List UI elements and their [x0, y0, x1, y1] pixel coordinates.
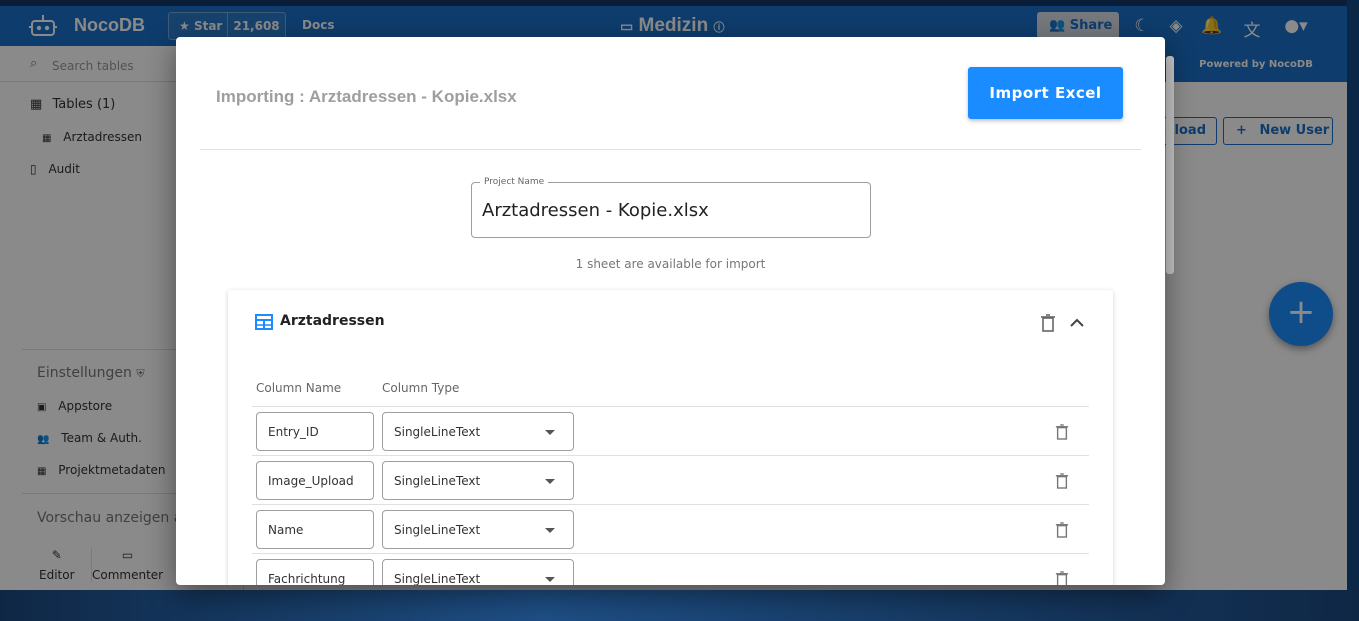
trash-icon[interactable] [1055, 522, 1069, 538]
column-type-value: SingleLineText [394, 572, 481, 585]
column-name-input[interactable]: Name [256, 510, 374, 549]
dialog-scrollbar[interactable] [1166, 56, 1174, 274]
table-row: Entry_ID SingleLineText [252, 407, 1089, 456]
table-row: Fachrichtung SingleLineText [252, 554, 1089, 585]
dropdown-arrow-icon [545, 577, 555, 582]
column-type-select[interactable]: SingleLineText [382, 510, 574, 549]
column-name-input[interactable]: Fachrichtung [256, 559, 374, 585]
import-excel-button[interactable]: Import Excel [968, 67, 1123, 119]
dialog-title: Importing : Arztadressen - Kopie.xlsx [216, 87, 517, 106]
table-row: Image_Upload SingleLineText [252, 456, 1089, 505]
project-name-input[interactable] [482, 200, 862, 221]
dropdown-arrow-icon [545, 479, 555, 484]
dropdown-arrow-icon [545, 528, 555, 533]
trash-icon[interactable] [1055, 571, 1069, 585]
column-type-value: SingleLineText [394, 425, 481, 439]
column-name-input[interactable]: Entry_ID [256, 412, 374, 451]
sheet-name: Arztadressen [280, 313, 385, 329]
column-name-input[interactable]: Image_Upload [256, 461, 374, 500]
sheet-availability-text: 1 sheet are available for import [575, 257, 766, 271]
sheet-card: Arztadressen Column Name Column Type Ent… [228, 290, 1113, 585]
column-type-select[interactable]: SingleLineText [382, 461, 574, 500]
chevron-up-icon[interactable] [1068, 314, 1086, 332]
column-type-select[interactable]: SingleLineText [382, 559, 574, 585]
trash-icon[interactable] [1055, 473, 1069, 489]
column-type-value: SingleLineText [394, 523, 481, 537]
column-type-value: SingleLineText [394, 474, 481, 488]
trash-icon[interactable] [1040, 314, 1056, 332]
desktop-background-strip [0, 590, 1359, 621]
column-type-select[interactable]: SingleLineText [382, 412, 574, 451]
project-name-label: Project Name [480, 177, 549, 187]
table-grid-icon [255, 314, 273, 330]
desktop-right-edge [1347, 0, 1359, 621]
column-name-header: Column Name [256, 381, 342, 395]
table-row: Name SingleLineText [252, 505, 1089, 554]
trash-icon[interactable] [1055, 424, 1069, 440]
dialog-divider [200, 149, 1141, 150]
project-name-field[interactable]: Project Name [471, 177, 871, 238]
dropdown-arrow-icon [545, 430, 555, 435]
import-dialog: Importing : Arztadressen - Kopie.xlsx Im… [176, 37, 1165, 585]
app-window: NocoDB ★ Star 21,608 Docs ▭ Medizin ⓘ 👥 … [0, 0, 1359, 621]
column-type-header: Column Type [382, 381, 460, 395]
